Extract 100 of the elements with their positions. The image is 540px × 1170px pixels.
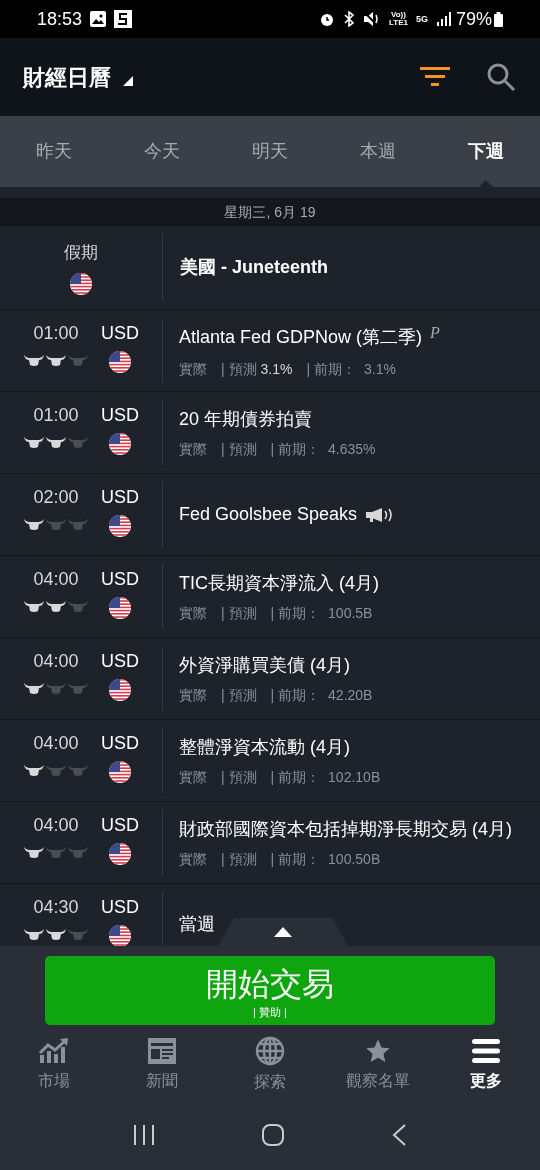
event-title: 財政部國際資本包括掉期淨長期交易 (4月) <box>179 817 512 841</box>
previous-label: | 前期： <box>270 685 321 705</box>
bull-icon <box>45 599 67 613</box>
currency-code: USD <box>101 404 139 427</box>
actual-label: 實際 <box>179 360 207 379</box>
network-type-label: 5G <box>415 14 428 24</box>
us-flag-icon <box>109 433 131 455</box>
bull-icon <box>23 681 45 695</box>
signal-icon <box>435 12 452 26</box>
currency-code: USD <box>101 486 139 509</box>
preliminary-marker: P <box>430 323 440 343</box>
search-icon[interactable] <box>486 62 516 92</box>
date-header: 星期三, 6月 19 <box>0 198 540 226</box>
event-time: 04:00 <box>33 650 79 673</box>
menu-icon <box>471 1037 501 1065</box>
event-time: 01:00 <box>33 404 79 427</box>
mute-icon <box>363 11 381 27</box>
previous-label: | 前期： <box>270 767 321 787</box>
event-title: Atlanta Fed GDPNow (第二季) <box>179 325 423 349</box>
bull-icon <box>45 353 67 367</box>
nav-tab[interactable]: 市場 <box>0 1030 108 1100</box>
previous-label: | 前期： <box>270 849 321 869</box>
us-flag-icon <box>70 273 92 296</box>
event-row[interactable]: 04:00 USD 整體淨資本流動 (4月) 實際 | 預測 | 前期： 102.10B <box>0 720 540 802</box>
previous-value: 100.5B <box>328 603 373 623</box>
nav-tab[interactable]: 探索 <box>216 1030 324 1100</box>
recent-apps-icon[interactable] <box>133 1124 155 1146</box>
alarm-icon <box>319 11 335 27</box>
lte-label: LTE1 <box>389 19 408 27</box>
bull-icon <box>23 353 45 367</box>
event-row[interactable]: 04:00 USD TIC長期資本淨流入 (4月) 實際 | 預測 | 前期： 100.5B <box>0 556 540 638</box>
app-notification-icon <box>114 10 133 28</box>
us-flag-icon <box>109 843 131 865</box>
bull-icon <box>67 681 89 695</box>
previous-label: | 前期： <box>270 439 321 459</box>
page-title[interactable]: 財經日曆 <box>23 60 111 94</box>
us-flag-icon <box>109 597 131 619</box>
actual-label: 實際 <box>179 439 207 459</box>
battery-icon <box>494 11 503 27</box>
bull-icon <box>45 681 67 695</box>
chart-icon <box>38 1037 70 1065</box>
battery-percent: 79% <box>455 7 492 31</box>
currency-code: USD <box>101 732 139 755</box>
forecast-label: | 預測 <box>221 439 257 459</box>
date-tab[interactable]: 本週 <box>324 116 432 187</box>
us-flag-icon <box>109 515 131 537</box>
previous-value: 100.50B <box>328 849 381 869</box>
event-title: Fed Goolsbee Speaks <box>179 503 358 526</box>
filter-icon[interactable] <box>420 65 450 89</box>
event-time: 02:00 <box>33 486 79 509</box>
event-time: 04:00 <box>33 814 79 837</box>
bull-icon <box>23 763 45 777</box>
bull-icon <box>23 845 45 859</box>
bull-icon <box>67 927 89 941</box>
bull-icon <box>67 517 89 531</box>
date-tab[interactable]: 今天 <box>108 116 216 187</box>
us-flag-icon <box>109 761 131 783</box>
nav-tab[interactable]: 新聞 <box>108 1030 216 1100</box>
forecast-label: | 預測 <box>221 360 257 379</box>
previous-value: 3.1% <box>364 360 396 379</box>
event-time: 04:00 <box>33 732 79 755</box>
volte-label: Vo)) <box>391 11 406 19</box>
home-icon[interactable] <box>261 1123 285 1147</box>
news-icon <box>147 1037 177 1065</box>
currency-code: USD <box>101 322 139 345</box>
event-title: 整體淨資本流動 (4月) <box>179 735 350 759</box>
event-title: 20 年期債券拍賣 <box>179 407 313 431</box>
nav-tab[interactable]: 更多 <box>432 1030 540 1100</box>
holiday-label: 假期 <box>64 241 98 264</box>
event-title: 外資淨購買美債 (4月) <box>179 653 350 677</box>
bull-icon <box>67 435 89 449</box>
bull-icon <box>23 517 45 531</box>
previous-label: | 前期： <box>306 360 356 379</box>
forecast-label: | 預測 <box>221 603 257 623</box>
us-flag-icon <box>109 679 131 701</box>
bull-icon <box>45 435 67 449</box>
event-row[interactable]: 04:00 USD 財政部國際資本包括掉期淨長期交易 (4月) 實際 | 預測 | 前期： 100.50B <box>0 802 540 884</box>
event-time: 01:00 <box>33 322 79 345</box>
bull-icon <box>67 845 89 859</box>
forecast-value: 3.1% <box>260 360 293 379</box>
bull-icon <box>23 927 45 941</box>
dropdown-caret-icon[interactable] <box>123 76 133 86</box>
previous-value: 4.635% <box>328 439 376 459</box>
back-icon[interactable] <box>391 1123 407 1147</box>
bull-icon <box>67 599 89 613</box>
bull-icon <box>45 763 67 777</box>
currency-code: USD <box>101 896 139 919</box>
event-row[interactable]: 01:00 USD 20 年期債券拍賣 實際 | 預測 | 前期： 4.635% <box>0 392 540 474</box>
us-flag-icon <box>109 925 131 946</box>
currency-code: USD <box>101 568 139 591</box>
nav-tab[interactable]: 觀察名單 <box>324 1030 432 1100</box>
event-row[interactable]: 02:00 USD Fed Goolsbee Speaks <box>0 474 540 556</box>
bull-icon <box>45 517 67 531</box>
event-row[interactable]: 04:00 USD 外資淨購買美債 (4月) 實際 | 預測 | 前期： 42.20B <box>0 638 540 720</box>
event-time: 04:30 <box>33 896 79 919</box>
actual-label: 實際 <box>179 603 207 623</box>
date-tab[interactable]: 昨天 <box>0 116 108 187</box>
event-row[interactable]: 01:00 USD Atlanta Fed GDPNow (第二季) P 實際 | 預測 3.1% | 前期： 3.1% <box>0 310 540 392</box>
date-tab[interactable]: 明天 <box>216 116 324 187</box>
previous-label: | 前期： <box>270 603 321 623</box>
